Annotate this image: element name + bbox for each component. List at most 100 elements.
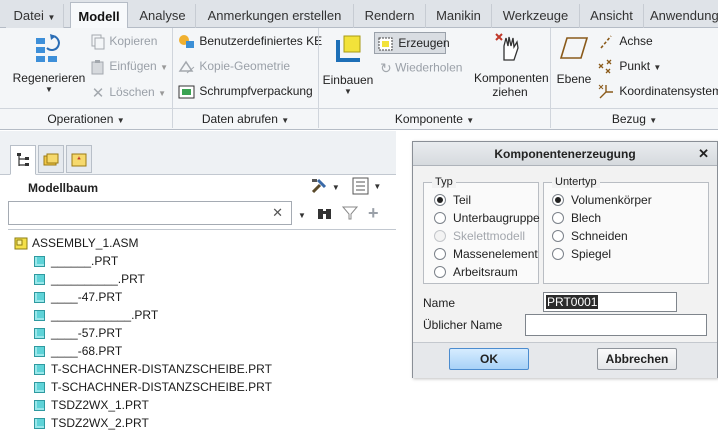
custom-feature-icon: [179, 35, 194, 48]
radio-icon: [434, 265, 446, 278]
name-input[interactable]: PRT0001: [543, 292, 677, 312]
type-group-legend: Typ: [432, 176, 456, 188]
tab-anwendungen[interactable]: Anwendungen: [644, 4, 718, 28]
tab-modell[interactable]: Modell: [70, 2, 128, 29]
tab-folder-browser[interactable]: [38, 145, 64, 173]
clear-search-icon[interactable]: ✕: [272, 205, 283, 221]
tree-item-part[interactable]: T-SCHACHNER-DISTANZSCHEIBE.PRT: [34, 360, 272, 378]
group-operations-label[interactable]: Operationen ▼: [0, 108, 172, 128]
radio-subtype-solid[interactable]: Volumenkörper: [552, 192, 652, 208]
restore-button[interactable]: ↻ Wiederholen: [380, 60, 462, 77]
tab-datei[interactable]: Datei ▼: [6, 4, 64, 28]
custom-ke-button[interactable]: Benutzerdefiniertes KE: [178, 34, 322, 50]
group-get-data-label[interactable]: Daten abrufen ▼: [173, 108, 318, 128]
tab-werkzeuge[interactable]: Werkzeuge: [492, 4, 580, 28]
group-component-label[interactable]: Komponente ▼: [319, 108, 550, 128]
radio-type-part[interactable]: Teil: [434, 192, 471, 208]
radio-type-skeleton[interactable]: Skelettmodell: [434, 228, 525, 244]
tree-item-assembly[interactable]: ASSEMBLY_1.ASM: [14, 234, 139, 252]
tree-item-part[interactable]: TSDZ2WX_1.PRT: [34, 396, 149, 414]
radio-subtype-intersect[interactable]: Schneiden: [552, 228, 628, 244]
search-dropdown[interactable]: ▼: [298, 207, 306, 221]
plane-button[interactable]: Ebene: [556, 36, 592, 86]
add-column-icon[interactable]: +: [368, 203, 379, 224]
radio-selected-icon: [552, 193, 564, 206]
radio-selected-icon: [434, 193, 446, 206]
csys-button[interactable]: Koordinatensystem: [598, 84, 718, 100]
close-icon[interactable]: ✕: [698, 142, 709, 166]
copy-geometry-icon: [178, 60, 195, 74]
part-icon: [34, 310, 45, 322]
tree-item-part[interactable]: __________.PRT: [34, 270, 145, 288]
part-icon: [34, 364, 45, 376]
tab-anmerkungen[interactable]: Anmerkungen erstellen: [196, 4, 354, 28]
dialog-title: Komponentenerzeugung: [494, 147, 636, 161]
component-create-dialog: Komponentenerzeugung ✕ Typ Teil Unterbau…: [412, 141, 718, 378]
part-icon: [34, 274, 45, 286]
delete-icon: ✕: [91, 85, 105, 102]
cancel-button[interactable]: Abbrechen: [597, 348, 677, 370]
shrinkwrap-button[interactable]: Schrumpfverpackung: [178, 84, 313, 100]
copy-geometry-button[interactable]: Kopie-Geometrie: [178, 59, 290, 75]
group-datum-label[interactable]: Bezug ▼: [551, 108, 718, 128]
tree-item-part[interactable]: T-SCHACHNER-DISTANZSCHEIBE.PRT: [34, 378, 272, 396]
tab-rendern[interactable]: Rendern: [354, 4, 426, 28]
tree-item-part[interactable]: ______.PRT: [34, 252, 118, 270]
separator: [8, 229, 396, 230]
radio-icon: [434, 211, 446, 224]
folder-icon: [43, 153, 59, 166]
ribbon-tab-bar: Datei ▼ Modell Analyse Anmerkungen erste…: [0, 0, 718, 29]
datum-axis-icon: [600, 35, 612, 49]
ok-button[interactable]: OK: [449, 348, 529, 370]
part-icon: [34, 382, 45, 394]
part-icon: [34, 346, 45, 358]
type-group: Typ Teil Unterbaugruppe Skelettmodell Ma…: [423, 176, 540, 284]
paste-button[interactable]: Einfügen ▼: [90, 59, 168, 75]
drag-components-button[interactable]: Komponenten ziehen: [474, 32, 549, 99]
tab-model-tree[interactable]: [10, 145, 36, 175]
tree-item-part[interactable]: ____________.PRT: [34, 306, 158, 324]
part-icon: [34, 400, 45, 412]
model-tree-panel: Modellbaum ▼ ▼ ✕ ▼ + ASSEMBLY_1.ASM ____…: [0, 131, 396, 437]
radio-type-workspace[interactable]: Arbeitsraum: [434, 264, 518, 280]
delete-button[interactable]: ✕ Löschen ▼: [90, 84, 166, 102]
tab-manikin[interactable]: Manikin: [426, 4, 492, 28]
ribbon: Regenerieren ▼ Kopieren Einfügen ▼ ✕ Lös…: [0, 28, 718, 130]
tab-favorites[interactable]: [66, 145, 92, 173]
tree-search-input[interactable]: ✕: [8, 201, 292, 225]
tree-item-part[interactable]: TSDZ2WX_2.PRT: [34, 414, 149, 432]
point-button[interactable]: Punkt ▼: [598, 59, 661, 75]
create-component-icon: [378, 37, 393, 51]
radio-icon: [552, 247, 564, 260]
subtype-group: Untertyp Volumenkörper Blech Schneiden S…: [543, 176, 709, 284]
radio-subtype-sheetmetal[interactable]: Blech: [552, 210, 601, 226]
filter-button[interactable]: [341, 205, 359, 224]
copy-button[interactable]: Kopieren: [90, 34, 157, 50]
tree-item-part[interactable]: ____-68.PRT: [34, 342, 122, 360]
tree-filter-button[interactable]: ▼: [352, 177, 381, 195]
radio-icon: [552, 229, 564, 242]
dialog-titlebar[interactable]: Komponentenerzeugung ✕: [413, 142, 717, 166]
radio-type-subassembly[interactable]: Unterbaugruppe: [434, 210, 540, 226]
tree-settings-button[interactable]: ▼: [310, 177, 340, 195]
tree-item-part[interactable]: ____-47.PRT: [34, 288, 122, 306]
axis-button[interactable]: Achse: [598, 34, 653, 50]
assemble-button[interactable]: Einbauen ▼: [322, 32, 374, 96]
datum-plane-icon: [559, 37, 589, 59]
panel-tabs: [0, 131, 396, 175]
tab-analyse[interactable]: Analyse: [130, 4, 196, 28]
create-button[interactable]: Erzeugen: [374, 32, 450, 54]
radio-subtype-mirror[interactable]: Spiegel: [552, 246, 611, 262]
part-icon: [34, 256, 45, 268]
drag-hand-icon: [495, 33, 519, 61]
favorites-icon: [71, 153, 87, 167]
find-button[interactable]: [316, 205, 334, 224]
regenerate-button[interactable]: Regenerieren ▼: [12, 32, 86, 102]
tree-item-part[interactable]: ____-57.PRT: [34, 324, 122, 342]
tab-ansicht[interactable]: Ansicht: [580, 4, 644, 28]
filter-icon: [341, 206, 359, 220]
assemble-icon: [336, 35, 361, 62]
list-settings-icon: [352, 177, 369, 195]
common-name-input[interactable]: [525, 314, 707, 336]
radio-type-mass-element[interactable]: Massenelement: [434, 246, 538, 262]
